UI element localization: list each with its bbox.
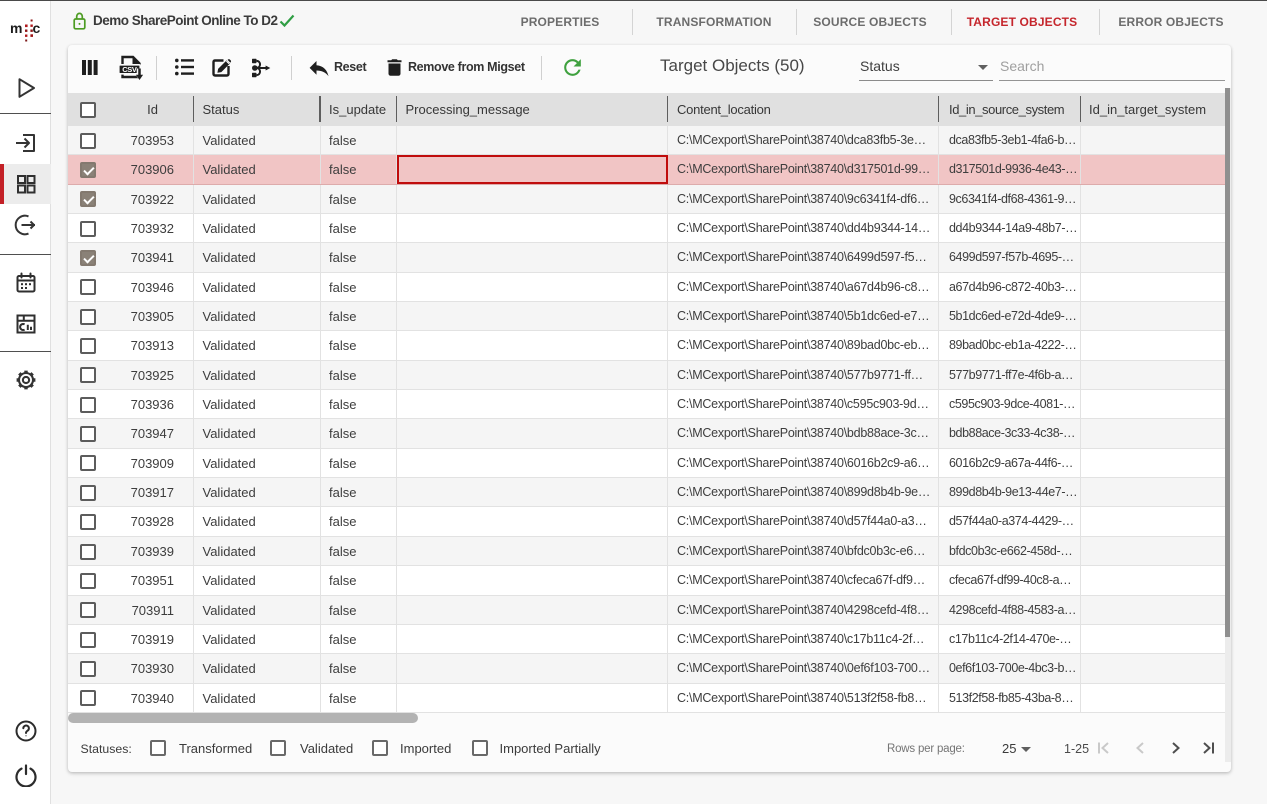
- svg-text:CSV: CSV: [122, 65, 137, 74]
